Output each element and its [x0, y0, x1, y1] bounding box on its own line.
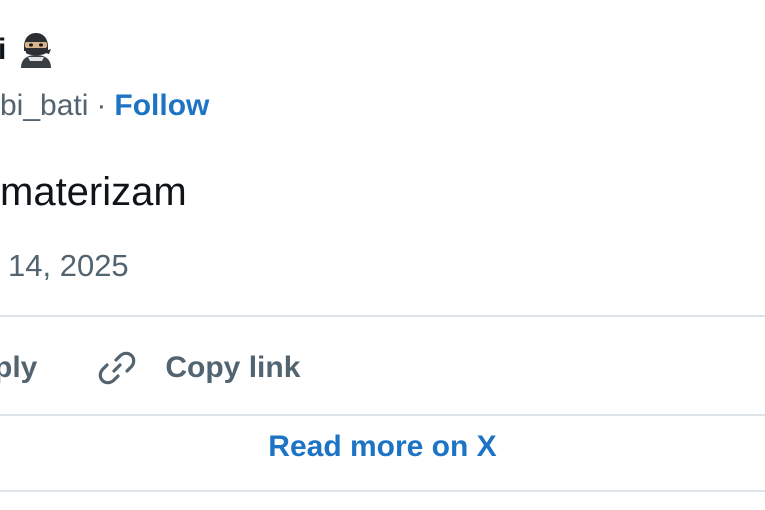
- tweet-text: materizam: [0, 170, 187, 214]
- author-handle[interactable]: bi_bati: [0, 89, 88, 123]
- ninja-icon: [18, 31, 54, 69]
- author-handle-row: bi_bati · Follow: [0, 84, 209, 128]
- read-more-link[interactable]: Read more on X: [0, 430, 765, 464]
- divider: [0, 490, 765, 492]
- copy-link-label: Copy link: [165, 351, 301, 384]
- tweet-date[interactable]: 14, 2025: [8, 248, 129, 284]
- action-bar: ply Copy link: [0, 338, 300, 398]
- divider: [0, 315, 765, 317]
- follow-button[interactable]: Follow: [114, 89, 209, 123]
- link-icon: [95, 346, 139, 390]
- separator-dot: ·: [96, 89, 107, 122]
- divider: [0, 414, 765, 416]
- author-name-row: i: [0, 28, 54, 72]
- author-display-name[interactable]: i: [0, 33, 6, 67]
- read-more-label: Read more on X: [268, 430, 497, 463]
- copy-link-button[interactable]: Copy link: [95, 346, 300, 390]
- reply-button[interactable]: ply: [0, 351, 37, 385]
- tweet-embed-card: i bi_bati · Follow materizam 14, 2025 pl…: [0, 0, 765, 510]
